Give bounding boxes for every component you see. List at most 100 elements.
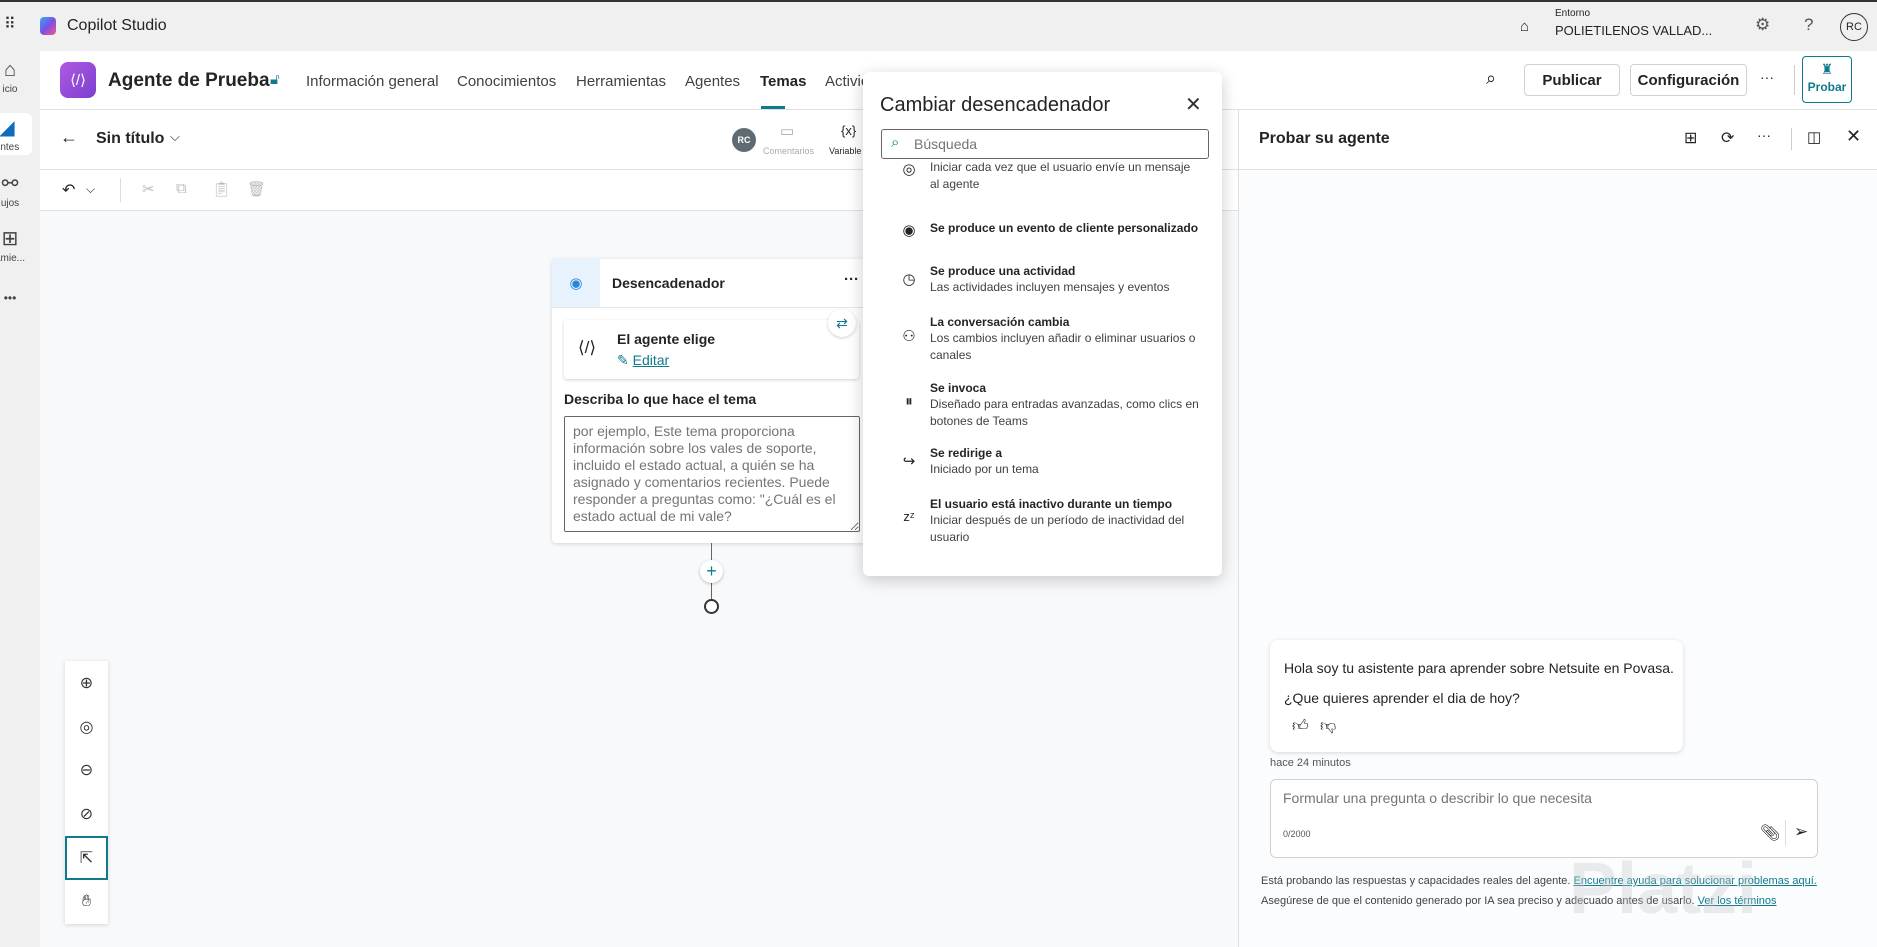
environment-selector[interactable]: POLIETILENOS VALLAD... (1555, 23, 1712, 38)
collaborator-avatar: RC (732, 128, 756, 152)
tab-knowledge[interactable]: Conocimientos (457, 73, 556, 90)
send-icon[interactable]: ➢ (1794, 822, 1808, 842)
test-button[interactable]: ♜ Probar (1802, 56, 1852, 103)
refresh-icon[interactable]: ⟳ (1721, 128, 1734, 148)
edit-link[interactable]: ✎ Editar (617, 352, 669, 369)
trigger-search-input[interactable] (914, 136, 1194, 152)
chevron-down-icon[interactable]: ⌵ (170, 129, 180, 145)
chat-input[interactable] (1283, 790, 1783, 806)
option-title: La conversación cambia (930, 315, 1070, 329)
help-icon[interactable]: ? (1804, 15, 1813, 35)
option-title: Se invoca (930, 381, 987, 395)
pause-circle-icon: ⏸︎ (905, 393, 913, 410)
char-counter: 0/2000 (1283, 829, 1311, 839)
new-chat-icon[interactable]: ⊞ (1684, 128, 1697, 148)
trigger-node[interactable]: ◉ Desencadenador ··· ⟨/⟩ El agente elige… (552, 259, 871, 543)
undo-icon[interactable]: ↶ (62, 180, 75, 200)
change-trigger-button[interactable]: ⇄ (828, 309, 856, 337)
edit-label: Editar (632, 352, 670, 368)
rail-item-agents[interactable]: ◢ entes (0, 113, 32, 155)
search-icon[interactable]: ⌕ (1486, 68, 1496, 89)
tab-tools[interactable]: Herramientas (576, 73, 666, 90)
tools-icon: ⊞ (1, 228, 19, 250)
rail-more-button[interactable]: ••• (0, 291, 38, 305)
environment-label: Entorno (1555, 8, 1591, 19)
tab-overview[interactable]: Información general (306, 73, 439, 90)
rail-item-home[interactable]: ⌂ icio (0, 59, 38, 95)
recenter-icon[interactable]: ◎ (65, 705, 108, 749)
description-input[interactable] (564, 416, 860, 532)
agent-name: Agente de Prueba (108, 70, 270, 91)
option-title: Se produce una actividad (930, 264, 1076, 278)
chat-input-box[interactable]: 0/2000 📎︎ ➢ (1270, 779, 1818, 858)
divider (1791, 128, 1792, 150)
dock-panel-icon[interactable]: ◫ (1807, 128, 1821, 146)
user-avatar[interactable]: RC (1840, 13, 1868, 41)
pan-hand-icon[interactable]: ✋︎ (65, 880, 108, 924)
more-options-icon[interactable]: ··· (1757, 127, 1771, 143)
platzi-watermark: Platzi (1569, 849, 1758, 929)
description-label: Describa lo que hace el tema (564, 391, 757, 407)
trigger-type-card[interactable]: ⟨/⟩ El agente elige ✎ Editar (564, 320, 859, 379)
search-box[interactable]: ⌕ (881, 129, 1209, 159)
test-agent-panel: Probar su agente ⊞ ⟳ ··· ◫ ✕ Hola soy tu… (1238, 110, 1877, 947)
close-icon[interactable]: ✕ (1846, 126, 1861, 147)
node-more-button[interactable]: ··· (844, 271, 859, 288)
agent-choice-icon: ⟨/⟩ (578, 338, 596, 357)
variables-label[interactable]: Variable (829, 146, 861, 156)
comment-icon[interactable]: ▭ (780, 122, 794, 140)
variables-icon[interactable]: {x} (841, 123, 856, 138)
canvas-zoom-controls: ⊕ ◎ ⊖ ⊘ ⇱ ✋︎ (65, 661, 108, 924)
minimap-toggle-icon[interactable]: ⊘ (65, 792, 108, 836)
rail-item-tools[interactable]: ⊞ amie... (0, 226, 38, 264)
rail-label: icio (2, 84, 18, 95)
add-node-button[interactable]: + (700, 560, 723, 583)
close-icon[interactable]: ✕ (1185, 92, 1202, 117)
thumbs-down-icon[interactable]: 👎︎ (1320, 717, 1336, 736)
tab-activity[interactable]: Activic (825, 73, 868, 90)
target-icon: ◎ (902, 161, 916, 178)
thumbs-up-icon[interactable]: 👍︎ (1292, 717, 1309, 736)
broadcast-icon: ◉ (902, 222, 916, 239)
app-title: Copilot Studio (67, 17, 167, 34)
attach-icon[interactable]: 📎︎ (1760, 823, 1780, 843)
trigger-icon: ◉ (552, 259, 600, 307)
zoom-in-icon[interactable]: ⊕ (65, 661, 108, 705)
more-options-button[interactable]: ··· (1760, 69, 1774, 85)
search-icon: ⌕ (891, 134, 900, 151)
rail-item-flows[interactable]: ⚯ ujos (0, 171, 38, 209)
disclaimer-text: Está probando las respuestas y capacidad… (1261, 875, 1574, 887)
comments-label[interactable]: Comentarios (763, 146, 814, 156)
sleep-icon: zᶻ (903, 509, 915, 524)
pencil-icon: ✎ (617, 352, 629, 368)
option-title: El usuario está inactivo durante un tiem… (930, 497, 1173, 511)
flows-icon: ⚯ (1, 173, 19, 195)
back-arrow-icon[interactable]: ← (60, 127, 78, 148)
paste-icon[interactable]: 📋︎ (212, 180, 231, 198)
divider (552, 307, 871, 308)
top-bar: ⠿ Copilot Studio ⌂ Entorno POLIETILENOS … (0, 0, 1877, 51)
option-title: Se produce un evento de cliente personal… (930, 221, 1199, 235)
chevron-down-icon[interactable]: ⌵ (86, 182, 95, 197)
select-cursor-icon[interactable]: ⇱ (65, 836, 108, 880)
copy-icon[interactable]: ⧉ (176, 180, 187, 197)
person-change-icon: ⚇ (902, 328, 916, 345)
publish-button[interactable]: Publicar (1524, 64, 1620, 96)
agent-message-bubble: Hola soy tu asistente para aprender sobr… (1270, 640, 1683, 752)
zoom-out-icon[interactable]: ⊖ (65, 749, 108, 793)
app-launcher-icon[interactable]: ⠿ (4, 14, 16, 34)
divider (120, 178, 121, 202)
option-description: Iniciado por un tema (930, 462, 1039, 476)
settings-icon[interactable]: ⚙ (1755, 15, 1770, 35)
option-description: Diseñado para entradas avanzadas, como c… (930, 397, 1199, 428)
delete-icon[interactable]: 🗑︎ (247, 180, 266, 198)
divider (1785, 820, 1786, 846)
tab-agents[interactable]: Agentes (685, 73, 740, 90)
flask-icon: ♜ (1820, 61, 1834, 77)
rail-label: amie... (0, 253, 25, 264)
cut-icon[interactable]: ✂ (142, 180, 155, 198)
redirect-icon: ↪ (902, 453, 916, 470)
topic-title[interactable]: Sin título (96, 130, 164, 148)
settings-button[interactable]: Configuración (1630, 64, 1747, 96)
tab-topics[interactable]: Temas (760, 73, 806, 90)
